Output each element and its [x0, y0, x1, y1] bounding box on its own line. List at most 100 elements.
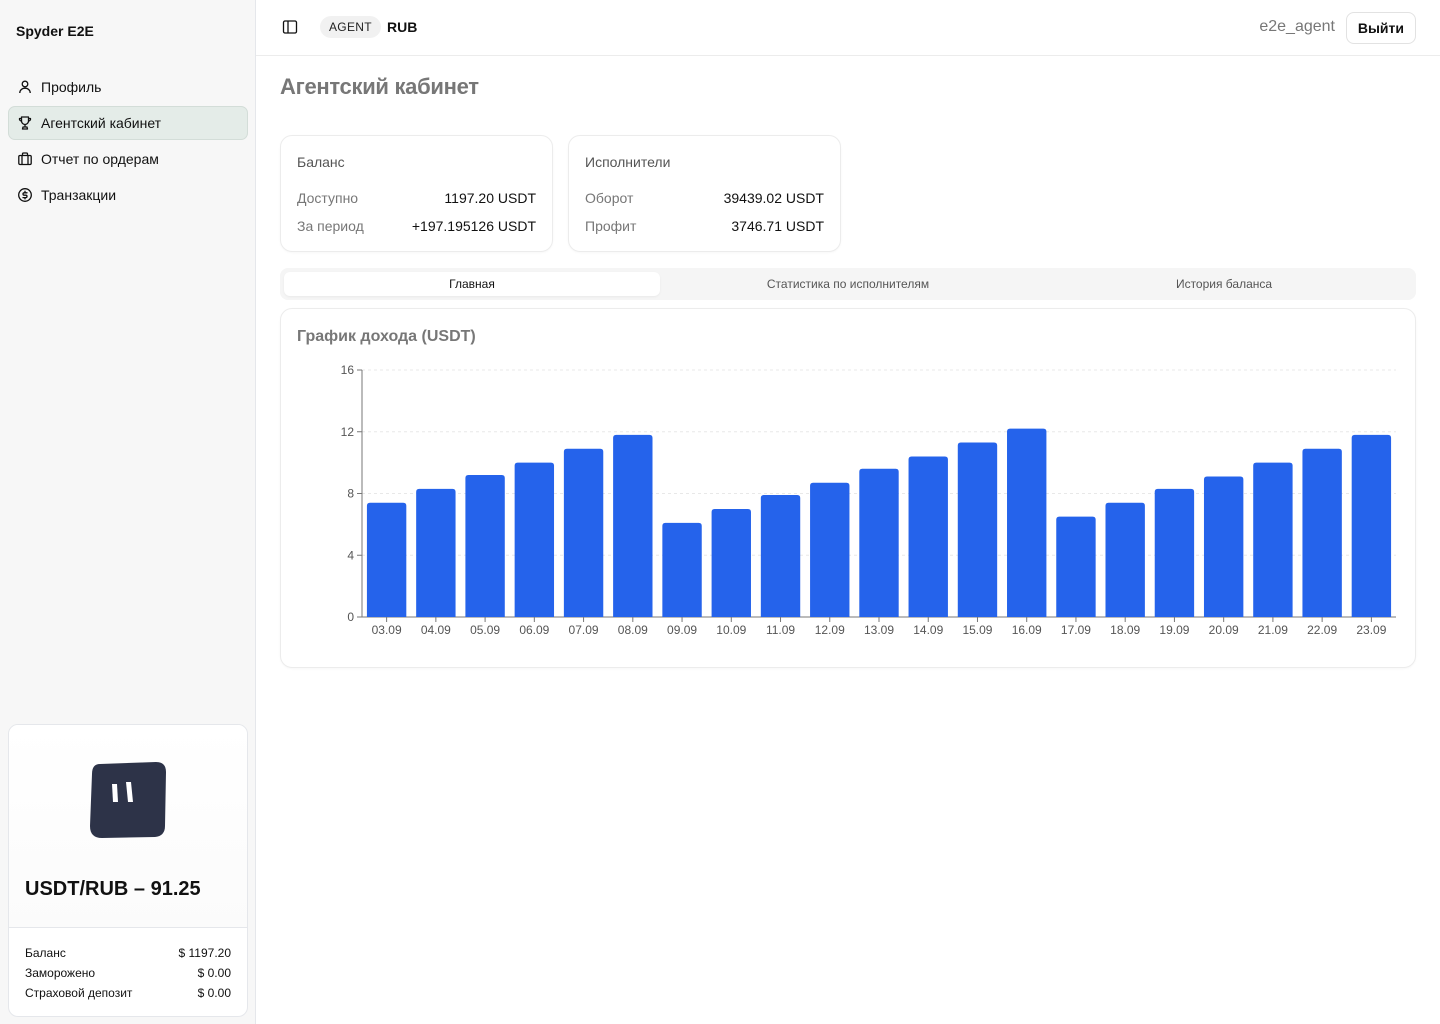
- card-row-period: За период +197.195126 USDT: [297, 218, 536, 234]
- tab-bar: Главная Статистика по исполнителям Истор…: [280, 268, 1416, 300]
- card-row-label: Доступно: [297, 190, 359, 206]
- x-tick-label: 23.09: [1356, 623, 1386, 637]
- bar-22.09: [1302, 448, 1342, 617]
- bar-19.09: [1154, 488, 1195, 617]
- y-tick-label: 0: [347, 610, 354, 624]
- income-chart-card: График дохода (USDT) 0 4 8 12 16 03.09 04.09 05…: [280, 308, 1416, 668]
- rate-row-insurance-deposit: Страховой депозит $ 0.00: [25, 983, 231, 1003]
- x-tick-label: 03.09: [372, 623, 402, 637]
- x-tick-label: 12.09: [815, 623, 845, 637]
- card-row-profit: Профит 3746.71 USDT: [585, 218, 824, 234]
- card-row-value: 39439.02 USDT: [723, 190, 824, 206]
- exchange-rate: USDT/RUB – 91.25: [25, 878, 201, 900]
- x-tick-label: 21.09: [1258, 623, 1288, 637]
- sidebar-item-transactions[interactable]: Транзакции: [8, 178, 248, 212]
- rate-card-rows: Баланс $ 1197.20 Заморожено $ 0.00 Страх…: [9, 928, 247, 1003]
- card-title: Исполнители: [585, 154, 671, 170]
- rate-row-balance: Баланс $ 1197.20: [25, 943, 231, 963]
- page-title: Агентский кабинет: [280, 74, 479, 99]
- rate-card: USDT/RUB – 91.25 Баланс $ 1197.20 Заморо…: [8, 724, 248, 1017]
- rate-row-value: $ 1197.20: [178, 946, 232, 960]
- currency-label: RUB: [387, 19, 418, 35]
- sidebar-item-agent-cabinet[interactable]: Агентский кабинет: [8, 106, 248, 140]
- x-tick-label: 04.09: [421, 623, 451, 637]
- x-tick-label: 20.09: [1209, 623, 1239, 637]
- x-tick-label: 13.09: [864, 623, 894, 637]
- x-tick-label: 05.09: [470, 623, 500, 637]
- user-icon: [17, 79, 33, 95]
- card-row-value: 3746.71 USDT: [731, 218, 824, 234]
- bar-09.09: [662, 522, 702, 617]
- top-header: AGENT RUB e2e_agent Выйти: [256, 0, 1440, 56]
- sidebar-item-label: Профиль: [41, 79, 102, 95]
- y-tick-label: 4: [347, 548, 354, 562]
- x-tick-label: 18.09: [1110, 623, 1140, 637]
- username: e2e_agent: [1259, 18, 1335, 35]
- balance-card: Баланс Доступно 1197.20 USDT За период +…: [280, 135, 553, 252]
- sidebar: Spyder E2E Профиль Агентский кабинет Отч…: [0, 0, 256, 1024]
- bar-23.09: [1351, 434, 1392, 617]
- sidebar-nav: Профиль Агентский кабинет Отчет по ордер…: [8, 70, 248, 214]
- card-row-label: Оборот: [585, 190, 634, 206]
- logout-button[interactable]: Выйти: [1345, 12, 1416, 44]
- bar-21.09: [1253, 462, 1293, 617]
- tab-balance-history[interactable]: История баланса: [1036, 272, 1412, 296]
- bar-13.09: [859, 468, 899, 617]
- card-row-available: Доступно 1197.20 USDT: [297, 190, 536, 206]
- x-tick-label: 06.09: [519, 623, 549, 637]
- dollar-circle-icon: [17, 187, 33, 203]
- x-tick-label: 22.09: [1307, 623, 1337, 637]
- y-tick-label: 12: [341, 425, 355, 439]
- sidebar-toggle-icon[interactable]: [282, 19, 298, 35]
- rate-row-value: $ 0.00: [197, 986, 231, 1000]
- income-bar-chart: 0 4 8 12 16 03.09 04.09 05.09 06.09 07.09 08.09 09.…: [341, 363, 1396, 637]
- sidebar-item-orders-report[interactable]: Отчет по ордерам: [8, 142, 248, 176]
- sidebar-item-profile[interactable]: Профиль: [8, 70, 248, 104]
- x-tick-label: 15.09: [962, 623, 992, 637]
- rate-row-label: Баланс: [25, 946, 66, 960]
- app-logo-icon: [90, 762, 166, 838]
- rate-row-value: $ 0.00: [197, 966, 231, 980]
- x-tick-label: 09.09: [667, 623, 697, 637]
- card-row-value: +197.195126 USDT: [411, 218, 536, 234]
- x-tick-label: 16.09: [1012, 623, 1042, 637]
- trophy-icon: [17, 115, 33, 131]
- rate-row-frozen: Заморожено $ 0.00: [25, 963, 231, 983]
- x-tick-label: 10.09: [716, 623, 746, 637]
- sidebar-item-label: Отчет по ордерам: [41, 151, 159, 167]
- x-tick-label: 07.09: [569, 623, 599, 637]
- tab-main[interactable]: Главная: [284, 272, 660, 296]
- rate-card-header: USDT/RUB – 91.25: [9, 725, 247, 928]
- executors-card: Исполнители Оборот 39439.02 USDT Профит …: [568, 135, 841, 252]
- x-tick-label: 11.09: [766, 623, 795, 637]
- role-badge: AGENT: [320, 16, 381, 38]
- bar-04.09: [416, 488, 456, 617]
- tab-executor-stats[interactable]: Статистика по исполнителям: [660, 272, 1036, 296]
- rate-row-label: Заморожено: [25, 966, 96, 980]
- card-row-value: 1197.20 USDT: [444, 190, 536, 206]
- briefcase-icon: [17, 151, 33, 167]
- bar-18.09: [1105, 502, 1145, 617]
- card-row-turnover: Оборот 39439.02 USDT: [585, 190, 824, 206]
- bar-05.09: [465, 474, 505, 617]
- sidebar-item-label: Агентский кабинет: [41, 115, 162, 131]
- x-tick-label: 17.09: [1061, 623, 1091, 637]
- x-tick-label: 19.09: [1159, 623, 1189, 637]
- y-tick-label: 8: [347, 487, 354, 501]
- bar-17.09: [1056, 516, 1096, 617]
- rate-row-label: Страховой депозит: [25, 986, 133, 1000]
- bar-11.09: [760, 495, 801, 617]
- bar-10.09: [711, 508, 751, 617]
- bar-03.09: [366, 502, 407, 617]
- card-row-label: За период: [297, 218, 364, 234]
- card-title: Баланс: [297, 154, 345, 170]
- bar-07.09: [563, 448, 604, 617]
- card-row-label: Профит: [585, 218, 637, 234]
- bar-16.09: [1007, 428, 1047, 617]
- bar-14.09: [908, 456, 948, 617]
- x-tick-label: 08.09: [618, 623, 648, 637]
- sidebar-item-label: Транзакции: [41, 187, 117, 203]
- bar-20.09: [1203, 476, 1244, 617]
- bar-06.09: [514, 462, 555, 617]
- bar-12.09: [810, 482, 850, 617]
